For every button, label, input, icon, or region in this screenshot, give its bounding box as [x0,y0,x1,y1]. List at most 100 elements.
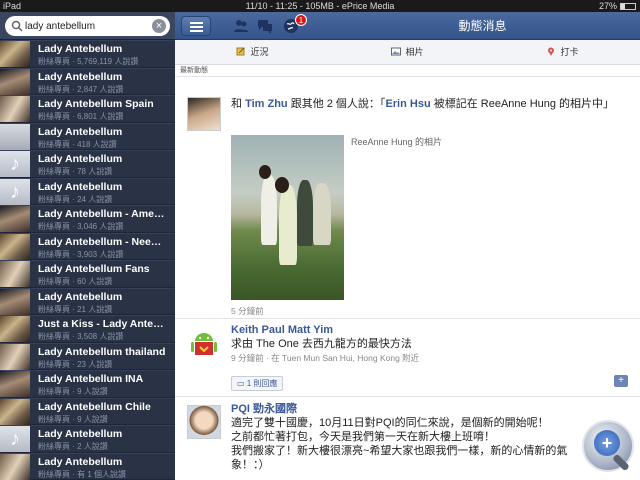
news-feed-panel: 1 動態消息 近況 相片 打卡 最新動態 和 Tim Zhu 跟其他 2 個人說… [175,12,640,480]
result-subtitle: 粉絲專頁 · 24 人說讚 [38,194,113,204]
search-input[interactable] [25,18,153,34]
comments-link[interactable]: ▭ 1 則回應 [231,373,284,391]
photo-icon [391,47,402,56]
result-title: Lady Antebellum [38,153,123,165]
search-bar: × [0,12,175,40]
search-result-item[interactable]: Lady Antebellum Fans 粉絲專頁 · 60 人說讚 [0,260,175,288]
search-result-item[interactable]: Just a Kiss - Lady Ante… 粉絲專頁 · 3,508 人說讚 [0,315,175,343]
result-thumbnail [0,343,30,370]
search-result-item[interactable]: ♪ Lady Antebellum 粉絲專頁 · 24 人說讚 [0,177,175,205]
status-bar: iPad 11/10 - 11:25 - 105MB - ePrice Medi… [0,0,640,12]
avatar[interactable] [187,97,221,131]
search-result-item[interactable]: Lady Antebellum - Nee… 粉絲專頁 · 3,903 人說讚 [0,232,175,260]
search-result-item[interactable]: Lady Antebellum - Ame… 粉絲專頁 · 3,046 人說讚 [0,205,175,233]
result-title: Lady Antebellum Spain [38,98,154,110]
search-result-item[interactable]: Lady Antebellum thailand 粉絲專頁 · 23 人說讚 [0,342,175,370]
pencil-icon [236,47,245,56]
result-subtitle: 粉絲專頁 · 2,847 人說讚 [38,84,124,94]
zoom-magnifier-button[interactable]: + [582,420,634,472]
checkin-action-label: 打卡 [560,47,579,57]
post-text-line-1: 適完了雙十國慶，10月11日對PQI的同仁來說，是個新的開始呢！ [231,417,549,429]
status-action[interactable]: 近況 [175,40,330,64]
feed-story: 和 Tim Zhu 跟其他 2 個人說：「Erin Hsu 被標記在 ReeAn… [175,89,640,319]
result-thumbnail [0,288,30,315]
result-title: Lady Antebellum thailand [38,345,166,358]
search-box[interactable]: × [5,16,170,36]
avatar[interactable] [187,405,221,439]
result-subtitle: 粉絲專頁 · 78 人說讚 [38,167,113,176]
search-result-item[interactable]: ♪ Lady Antebellum 粉絲專頁 · 2 人說讚 [0,425,175,453]
feed-story: PQI 勁永國際 適完了雙十國慶，10月11日對PQI的同仁來說，是個新的開始呢… [175,397,640,480]
result-thumbnail [0,41,30,67]
result-subtitle: 粉絲專頁 · 60 人說讚 [38,277,113,286]
photo-action[interactable]: 相片 [330,40,485,64]
result-subtitle: 粉絲專頁 · 3,903 人說讚 [38,249,124,259]
result-subtitle: 粉絲專頁 · 5,769,119 人說讚 [38,57,139,66]
composer-action-bar: 近況 相片 打卡 [175,40,640,65]
result-title: Lady Antebellum INA [38,373,144,385]
battery-percent: 27% [598,1,617,11]
comment-icon: ▭ [237,379,245,388]
checkin-action[interactable]: 打卡 [485,40,640,64]
top-navbar: 1 動態消息 [175,12,640,40]
result-title: Just a Kiss - Lady Ante… [38,318,164,330]
result-thumbnail [0,261,30,287]
status-center-text: 11/10 - 11:25 - 105MB - ePrice Media [245,1,395,11]
poster-name-link[interactable]: PQI 勁永國際 [231,402,570,416]
music-note-icon: ♪ [0,151,30,177]
comment-plus-button[interactable]: + [614,375,628,387]
result-title: Lady Antebellum [38,428,123,440]
result-thumbnail [0,233,30,260]
result-thumbnail [0,96,30,122]
result-title: Lady Antebellum - Nee… [38,235,162,248]
result-subtitle: 粉絲專頁 · 23 人說讚 [38,359,113,369]
search-result-item[interactable]: ♪ Lady Antebellum 粉絲專頁 · 78 人說讚 [0,150,175,178]
tagged-name-link[interactable]: Erin Hsu [385,98,430,110]
result-subtitle: 粉絲專頁 · 2 人說讚 [38,442,108,451]
result-title: Lady Antebellum - Ame… [38,208,165,220]
search-results-list: Lady Antebellum 粉絲專頁 · 5,769,119 人說讚 Lady … [0,40,175,480]
search-result-item[interactable]: Lady Antebellum Spain 粉絲專頁 · 6,801 人說讚 [0,95,175,123]
result-subtitle: 粉絲專頁 · 9 人說讚 [38,387,108,396]
music-note-icon: ♪ [0,178,30,205]
actor-name-link[interactable]: Tim Zhu [245,98,288,110]
clear-search-icon[interactable]: × [152,19,166,33]
search-result-item[interactable]: Lady Antebellum Chile 粉絲專頁 · 9 人說讚 [0,397,175,425]
post-text-line-2: 之前都忙著打包，今天是我們第一天在新大樓上班唷！ [231,431,495,443]
search-result-item[interactable]: Lady Antebellum 粉絲專頁 · 2,847 人說讚 [0,67,175,95]
post-text-line-3: 我們搬家了！新大樓很漂亮~希望大家也跟我們一樣，新的心情新的氣象！：） [231,445,568,471]
result-title: Lady Antebellum [38,43,123,55]
story-text: Keith Paul Matt Yim 求由 The One 去西九龍方的最快方… [231,323,630,365]
search-result-item[interactable]: Lady Antebellum 粉絲專頁 · 418 人說讚 [0,122,175,150]
result-thumbnail [0,316,30,342]
result-subtitle: 粉絲專頁 · 3,046 人說讚 [38,222,124,231]
result-thumbnail [0,371,30,397]
result-title: Lady Antebellum Fans [38,263,150,275]
result-title: Lady Antebellum [38,125,123,138]
search-result-item[interactable]: Lady Antebellum 粉絲專頁 · 5,769,119 人說讚 [0,40,175,68]
photo-action-label: 相片 [405,47,424,57]
pin-icon [548,47,555,56]
result-subtitle: 粉絲專頁 · 3,508 人說讚 [38,332,124,341]
story-timestamp: 9 分鐘前 · 在 Tuen Mun San Hui, Hong Kong 附近 [231,353,420,363]
result-subtitle: 粉絲專頁 · 6,801 人說讚 [38,112,124,121]
post-text: 求由 The One 去西九龍方的最快方法 [231,338,412,350]
search-result-item[interactable]: Lady Antebellum 粉絲專頁 · 21 人說讚 [0,287,175,315]
result-title: Lady Antebellum [38,455,123,468]
feed-story: Keith Paul Matt Yim 求由 The One 去西九龍方的最快方… [175,319,640,397]
search-icon [11,20,23,32]
result-title: Lady Antebellum Chile [38,400,151,413]
photo-caption: ReeAnne Hung 的相片 [351,137,443,147]
result-subtitle: 粉絲專頁 · 有 1 個人說讚 [38,469,127,479]
search-sidebar: × Lady Antebellum粉絲專頁 · 5,769,119 人說讚Lad… [0,12,175,480]
poster-name-link[interactable]: Keith Paul Matt Yim [231,323,630,337]
avatar[interactable] [187,327,221,361]
result-thumbnail [0,68,30,95]
result-subtitle: 粉絲專頁 · 21 人說讚 [38,304,113,314]
story-photo[interactable] [231,135,344,300]
search-result-item[interactable]: Lady Antebellum INA 粉絲專頁 · 9 人說讚 [0,370,175,398]
battery-icon [620,2,636,10]
battery-indicator: 27% [599,0,636,12]
search-result-item[interactable]: Lady Antebellum 粉絲專頁 · 有 1 個人說讚 [0,452,175,480]
feed-section-label: 最新動態 [175,65,640,77]
